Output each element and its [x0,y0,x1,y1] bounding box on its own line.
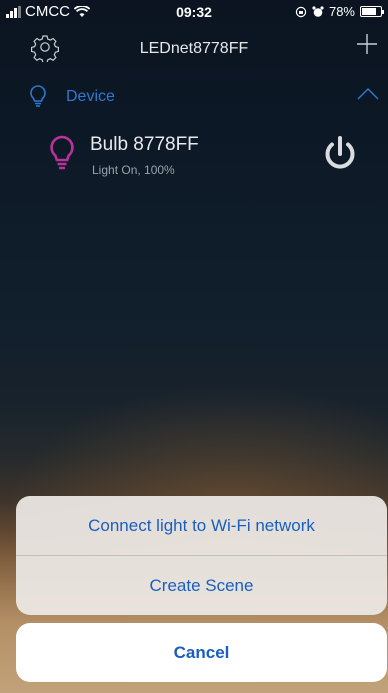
lock-rotation-icon [295,6,307,17]
plus-icon [357,34,377,54]
device-status: Light On, 100% [92,163,175,177]
connect-wifi-button[interactable]: Connect light to Wi-Fi network [16,496,387,555]
battery-icon [360,6,384,17]
power-button[interactable] [318,132,362,176]
status-right: 78% [295,4,384,19]
device-name: Bulb 8778FF [90,134,199,155]
battery-fill [362,8,377,15]
create-scene-button[interactable]: Create Scene [16,556,387,615]
action-sheet: Connect light to Wi-Fi network Create Sc… [16,496,387,615]
device-row[interactable]: Bulb 8778FF Light On, 100% [0,128,388,188]
section-label: Device [66,88,115,105]
status-bar: CMCC 09:32 78% [0,0,388,24]
cancel-button[interactable]: Cancel [16,623,387,682]
battery-percent: 78% [328,4,355,19]
navigation-bar: LEDnet8778FF [0,28,388,68]
add-button[interactable] [352,29,382,59]
alarm-icon [312,5,324,17]
device-section-header[interactable]: Device [0,80,388,112]
bulb-outline-icon [30,85,46,107]
bulb-icon [50,135,74,170]
chevron-up-icon[interactable] [356,86,380,102]
nav-title: LEDnet8778FF [139,40,249,57]
power-icon [325,136,355,169]
